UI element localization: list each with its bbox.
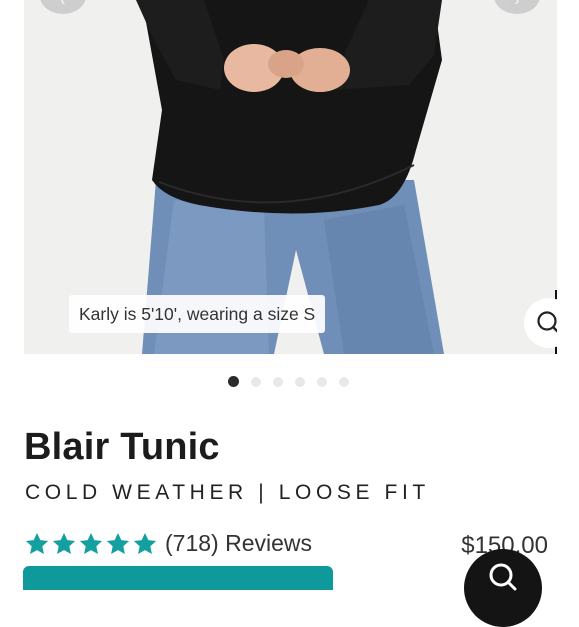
star-icon	[106, 532, 130, 554]
add-to-bag-button[interactable]	[23, 566, 333, 590]
gallery-pagination	[228, 376, 349, 387]
pagination-dot-active[interactable]	[228, 376, 239, 387]
product-image-gallery[interactable]: ‹ › Karly is 5'10', wearing a size S	[24, 0, 557, 354]
model-size-caption: Karly is 5'10', wearing a size S	[69, 295, 326, 333]
pagination-dot[interactable]	[295, 376, 305, 387]
pagination-dot[interactable]	[317, 376, 327, 387]
product-rating[interactable]: (718) Reviews	[24, 530, 312, 557]
rating-stars	[24, 531, 158, 557]
chevron-left-icon: ‹	[60, 0, 66, 8]
star-icon	[133, 532, 157, 554]
pagination-dot[interactable]	[339, 376, 349, 387]
pagination-dot[interactable]	[273, 376, 283, 387]
product-tagline: COLD WEATHER | LOOSE FIT	[25, 481, 430, 504]
chat-button[interactable]	[464, 549, 542, 627]
chat-icon	[489, 563, 517, 591]
star-icon	[52, 532, 76, 554]
star-icon	[79, 532, 103, 554]
star-icon	[25, 532, 49, 554]
search-icon	[537, 311, 557, 333]
chevron-right-icon: ›	[514, 0, 520, 8]
review-count-link[interactable]: (718) Reviews	[165, 530, 312, 557]
pagination-dot[interactable]	[251, 376, 261, 387]
product-title: Blair Tunic	[24, 426, 220, 468]
